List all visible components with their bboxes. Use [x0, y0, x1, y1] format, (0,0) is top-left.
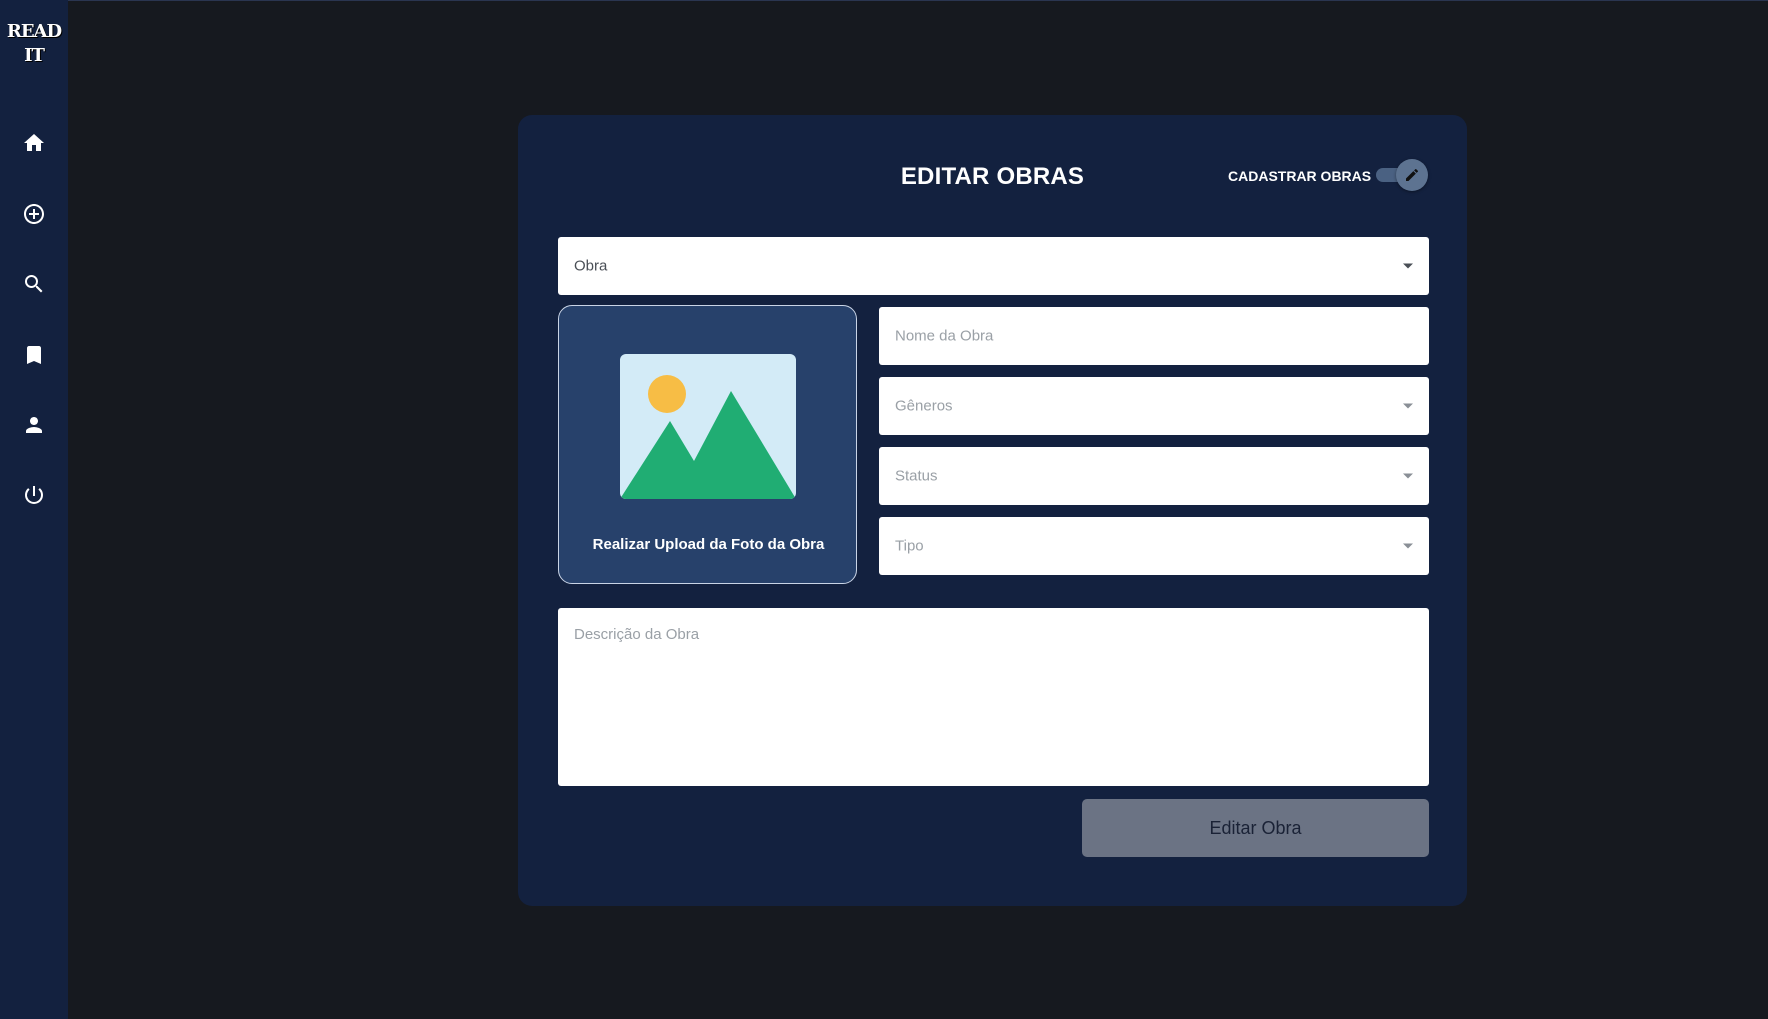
work-select-value: Obra [574, 257, 608, 275]
app-logo[interactable]: READ IT [6, 20, 62, 68]
chevron-down-icon [1403, 543, 1413, 549]
sidebar-item-home[interactable] [19, 128, 49, 158]
power-icon [24, 486, 43, 504]
type-select[interactable]: Tipo [879, 517, 1429, 575]
edit-work-button[interactable]: Editar Obra [1082, 799, 1429, 857]
sidebar-item-search[interactable] [19, 269, 49, 299]
bookmark-icon [27, 346, 41, 364]
mode-switch[interactable] [1372, 159, 1428, 191]
add-circle-icon [24, 204, 44, 224]
description-textarea[interactable]: Descrição da Obra [558, 608, 1429, 786]
sidebar-item-profile[interactable] [19, 410, 49, 440]
mode-switch-label: CADASTRAR OBRAS [1228, 168, 1372, 184]
edit-work-card: EDITAR OBRAS CADASTRAR OBRAS Obra Realiz… [518, 115, 1467, 906]
genres-select[interactable]: Gêneros [879, 377, 1429, 435]
top-border [0, 0, 1768, 1]
chevron-down-icon [1403, 473, 1413, 479]
status-placeholder: Status [895, 467, 938, 485]
type-placeholder: Tipo [895, 537, 924, 555]
sidebar: READ IT [0, 0, 68, 1019]
description-placeholder: Descrição da Obra [574, 626, 700, 643]
photo-upload-button[interactable]: Realizar Upload da Foto da Obra [558, 305, 857, 584]
work-select[interactable]: Obra [558, 237, 1429, 295]
sidebar-item-logout[interactable] [19, 480, 49, 510]
home-icon [24, 134, 44, 151]
switch-thumb[interactable] [1396, 159, 1428, 191]
status-select[interactable]: Status [879, 447, 1429, 505]
user-icon [26, 417, 42, 433]
work-name-placeholder: Nome da Obra [895, 327, 994, 345]
sidebar-item-bookmarks[interactable] [19, 340, 49, 370]
chevron-down-icon [1403, 263, 1413, 269]
pencil-icon [1406, 168, 1419, 181]
sidebar-item-add[interactable] [19, 199, 49, 229]
search-icon [25, 275, 43, 293]
image-placeholder-icon [620, 354, 796, 499]
chevron-down-icon [1403, 403, 1413, 409]
genres-placeholder: Gêneros [895, 397, 953, 415]
work-name-input[interactable]: Nome da Obra [879, 307, 1429, 365]
photo-upload-label: Realizar Upload da Foto da Obra [592, 536, 825, 553]
